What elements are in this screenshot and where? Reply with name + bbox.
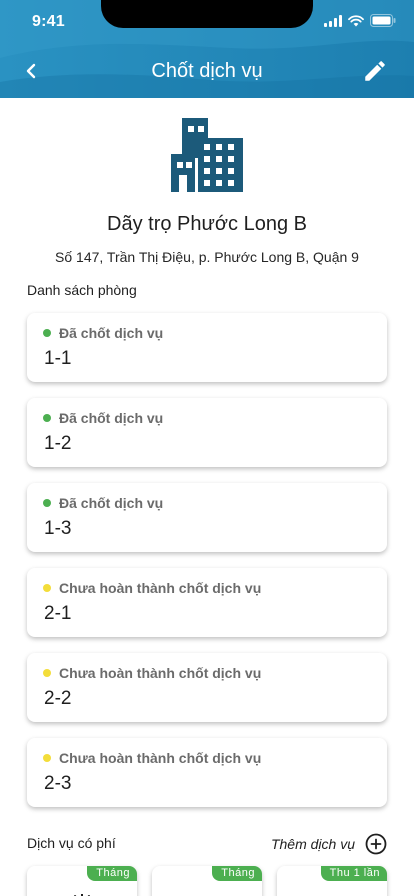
service-badge: Thu 1 lần xyxy=(320,866,387,881)
service-card-electricity[interactable]: Tháng xyxy=(27,866,137,896)
room-name: 2-1 xyxy=(44,603,72,624)
services-section-label: Dịch vụ có phí xyxy=(27,835,116,851)
room-card-2-2[interactable]: Chưa hoàn thành chốt dịch vụ 2-2 xyxy=(27,653,387,722)
room-status: Đã chốt dịch vụ xyxy=(43,495,163,511)
status-dot xyxy=(43,584,51,592)
pencil-icon xyxy=(365,61,385,81)
app-header: 9:41 Chốt dịch vụ xyxy=(0,0,414,98)
service-badge: Tháng xyxy=(212,866,262,881)
rooms-section-label: Danh sách phòng xyxy=(27,282,137,298)
building-address: Số 147, Trần Thị Điệu, p. Phước Long B, … xyxy=(55,249,359,265)
page-title: Chốt dịch vụ xyxy=(151,60,263,82)
building-name: Dãy trọ Phước Long B xyxy=(107,213,307,235)
status-text: Đã chốt dịch vụ xyxy=(59,325,164,341)
room-card-1-2[interactable]: Đã chốt dịch vụ 1-2 xyxy=(27,398,387,467)
room-card-1-3[interactable]: Đã chốt dịch vụ 1-3 xyxy=(27,483,387,552)
status-text: Chưa hoàn thành chốt dịch vụ xyxy=(59,665,262,681)
status-text: Đã chốt dịch vụ xyxy=(59,495,164,511)
services-header: Dịch vụ có phí Thêm dịch vụ xyxy=(27,833,387,855)
status-icons xyxy=(324,14,396,27)
status-dot xyxy=(43,669,51,677)
room-name: 1-2 xyxy=(44,433,72,454)
room-card-2-3[interactable]: Chưa hoàn thành chốt dịch vụ 2-3 xyxy=(27,738,387,807)
room-card-2-1[interactable]: Chưa hoàn thành chốt dịch vụ 2-1 xyxy=(27,568,387,637)
service-card-water[interactable]: Tháng xyxy=(152,866,262,896)
status-time: 9:41 xyxy=(32,13,65,30)
status-dot xyxy=(43,329,51,337)
electricity-icon xyxy=(74,894,90,896)
nav-bar: Chốt dịch vụ xyxy=(0,52,414,90)
room-status: Chưa hoàn thành chốt dịch vụ xyxy=(43,750,261,766)
status-dot xyxy=(43,414,51,422)
status-text: Chưa hoàn thành chốt dịch vụ xyxy=(59,750,262,766)
room-status: Chưa hoàn thành chốt dịch vụ xyxy=(43,665,261,681)
room-name: 2-3 xyxy=(44,773,72,794)
service-badge: Tháng xyxy=(87,866,137,881)
status-bar: 9:41 xyxy=(0,0,414,44)
room-name: 2-2 xyxy=(44,688,72,709)
apartment-building-icon xyxy=(171,118,243,192)
room-name: 1-1 xyxy=(44,348,72,369)
room-name: 1-3 xyxy=(44,518,72,539)
room-card-1-1[interactable]: Đã chốt dịch vụ 1-1 xyxy=(27,313,387,382)
room-status: Chưa hoàn thành chốt dịch vụ xyxy=(43,580,261,596)
device-notch xyxy=(101,0,313,28)
battery-icon xyxy=(370,14,396,27)
status-dot xyxy=(43,499,51,507)
add-service-label: Thêm dịch vụ xyxy=(270,836,355,852)
water-drop-icon xyxy=(192,884,222,896)
add-service-button[interactable]: Thêm dịch vụ xyxy=(271,833,387,855)
plus-circle-icon xyxy=(365,833,387,855)
wifi-icon xyxy=(348,14,364,26)
device-icon xyxy=(317,884,347,896)
status-text: Đã chốt dịch vụ xyxy=(59,410,164,426)
status-dot xyxy=(43,754,51,762)
room-status: Đã chốt dịch vụ xyxy=(43,410,163,426)
service-card-device[interactable]: Thu 1 lần xyxy=(277,866,387,896)
edit-button[interactable] xyxy=(362,58,388,84)
status-text: Chưa hoàn thành chốt dịch vụ xyxy=(59,580,262,596)
cellular-signal-icon xyxy=(324,14,342,27)
room-status: Đã chốt dịch vụ xyxy=(43,325,163,341)
room-list: Đã chốt dịch vụ 1-1 Đã chốt dịch vụ 1-2 … xyxy=(27,313,387,823)
